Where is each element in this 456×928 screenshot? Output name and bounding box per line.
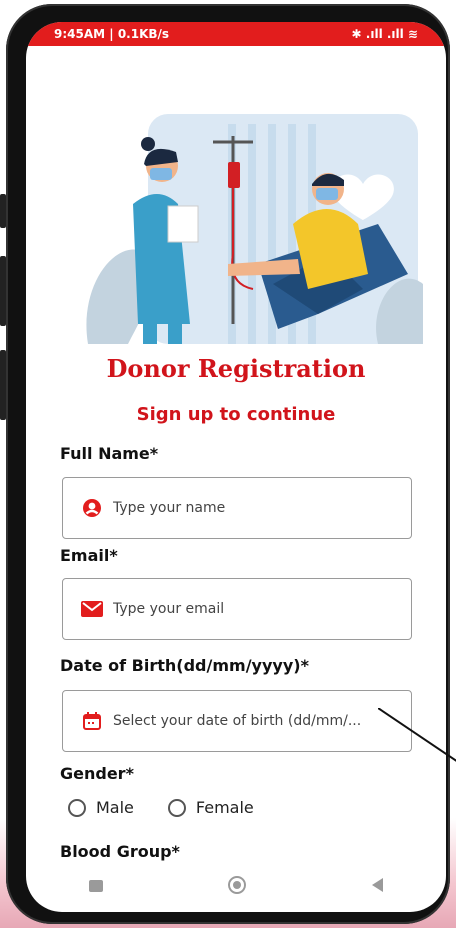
full-name-placeholder: Type your name: [113, 500, 226, 516]
donation-illustration: [86, 114, 423, 344]
dob-field[interactable]: Select your date of birth (dd/mm/...: [62, 690, 412, 752]
power-button: [0, 350, 6, 420]
status-left: 9:45AM | 0.1KB/s: [54, 27, 170, 41]
email-placeholder: Type your email: [113, 601, 225, 617]
email-label: Email*: [60, 546, 118, 565]
screen: 9:45AM | 0.1KB/s ✱ .ıll .ıll ≋ Donor Reg…: [26, 22, 446, 912]
mail-icon: [81, 598, 103, 620]
nav-bar: [26, 862, 446, 912]
calendar-icon: [81, 710, 103, 732]
female-radio[interactable]: [167, 798, 186, 817]
dob-label: Date of Birth(dd/mm/yyyy)*: [60, 656, 309, 675]
square-icon[interactable]: [88, 878, 104, 897]
page-title: Donor Registration: [106, 354, 366, 383]
full-name-field[interactable]: Type your name: [62, 477, 412, 539]
male-label: Male: [96, 798, 134, 817]
gender-options: Male Female: [68, 798, 254, 817]
volume-button: [0, 194, 6, 228]
status-right: ✱ .ıll .ıll ≋: [351, 27, 418, 41]
volume-button: [0, 256, 6, 326]
phone-frame: 9:45AM | 0.1KB/s ✱ .ıll .ıll ≋ Donor Reg…: [0, 4, 450, 924]
page-subtitle: Sign up to continue: [136, 404, 336, 425]
blood-group-label: Blood Group*: [60, 842, 180, 861]
full-name-label: Full Name*: [60, 444, 159, 463]
dob-placeholder: Select your date of birth (dd/mm/...: [113, 713, 362, 729]
back-triangle-icon[interactable]: [370, 877, 384, 897]
email-field[interactable]: Type your email: [62, 578, 412, 640]
status-bar: 9:45AM | 0.1KB/s ✱ .ıll .ıll ≋: [26, 22, 446, 46]
female-label: Female: [195, 798, 254, 817]
gender-label: Gender*: [60, 764, 134, 783]
male-radio[interactable]: [68, 798, 86, 817]
user-icon: [81, 497, 103, 519]
circle-icon[interactable]: [227, 875, 247, 899]
